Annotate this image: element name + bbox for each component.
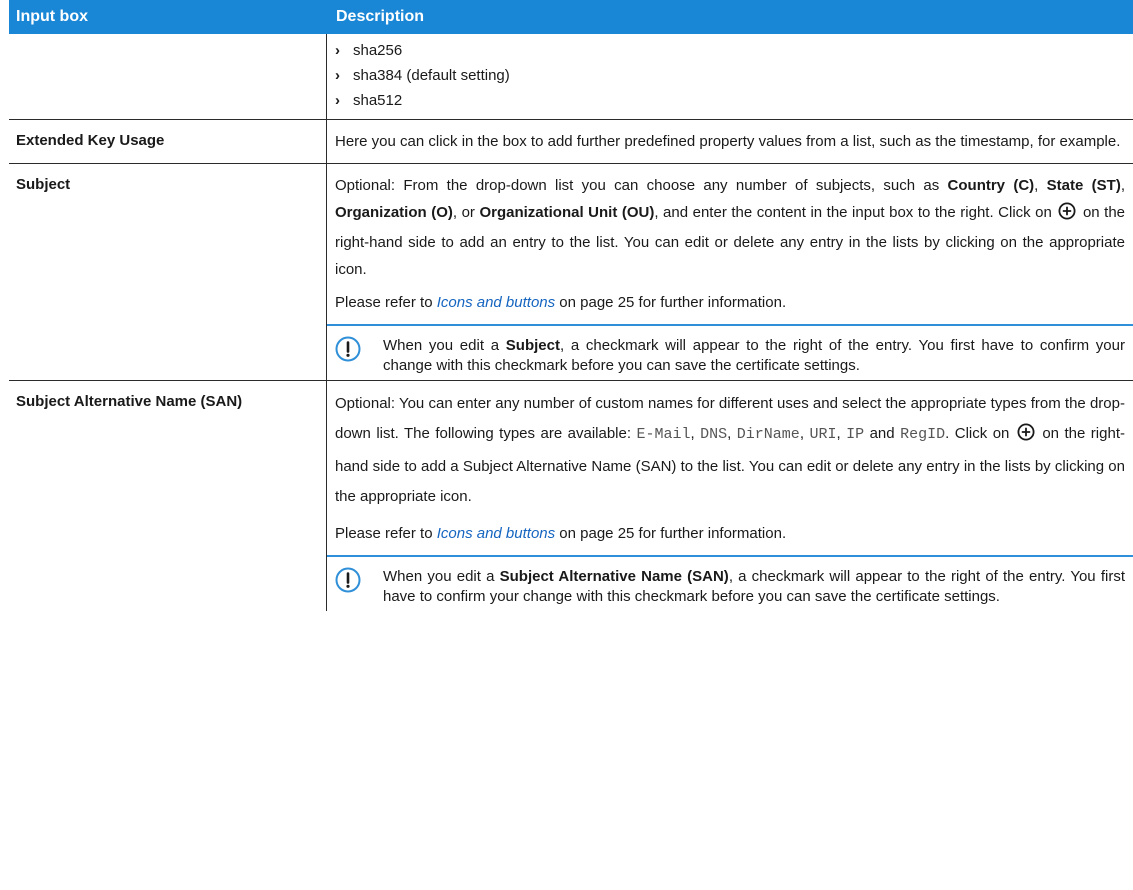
table-row-hash: › sha256 › sha384 (default setting) › sh…: [9, 34, 1133, 120]
eku-text: Here you can click in the box to add fur…: [335, 133, 1121, 150]
note-text: When you edit a Subject Alternative Name…: [383, 568, 1125, 605]
table-row-san: Subject Alternative Name (SAN) Optional:…: [9, 381, 1133, 611]
header-description: Description: [336, 8, 425, 25]
exclamation-circle-icon: [335, 567, 361, 593]
exclamation-circle-icon: [335, 336, 361, 362]
list-item: › sha384 (default setting): [335, 63, 1125, 88]
table-row-eku: Extended Key Usage Here you can click in…: [9, 120, 1133, 164]
icons-and-buttons-link[interactable]: Icons and buttons: [437, 294, 555, 311]
table-header: Input box Description: [9, 0, 1133, 34]
note-text: When you edit a Subject, a checkmark wil…: [383, 337, 1125, 374]
list-item: › sha256: [335, 38, 1125, 63]
icons-and-buttons-link[interactable]: Icons and buttons: [437, 525, 555, 542]
list-item: › sha512: [335, 88, 1125, 113]
plus-circle-icon: [1058, 202, 1076, 229]
san-paragraph: Optional: You can enter any number of cu…: [335, 395, 1125, 505]
header-input-box: Input box: [16, 8, 88, 25]
note-box: When you edit a Subject, a checkmark wil…: [327, 324, 1133, 380]
chevron-right-icon: ›: [335, 92, 340, 109]
row-description: › sha256 › sha384 (default setting) › sh…: [327, 34, 1133, 119]
subject-paragraph: Optional: From the drop-down list you ca…: [335, 177, 1126, 278]
note-box: When you edit a Subject Alternative Name…: [327, 555, 1133, 611]
row-label: Subject Alternative Name (SAN): [9, 381, 327, 611]
chevron-right-icon: ›: [335, 67, 340, 84]
row-label-empty: [9, 34, 327, 119]
row-label: Subject: [9, 164, 327, 380]
parameter-table: Input box Description › sha256 › sha384 …: [9, 0, 1133, 611]
plus-circle-icon: [1017, 422, 1035, 452]
hash-list: › sha256 › sha384 (default setting) › sh…: [335, 38, 1125, 113]
row-description: Optional: You can enter any number of cu…: [327, 381, 1133, 611]
row-label: Extended Key Usage: [9, 120, 327, 163]
chevron-right-icon: ›: [335, 42, 340, 59]
row-description: Optional: From the drop-down list you ca…: [327, 164, 1133, 380]
row-description: Here you can click in the box to add fur…: [327, 120, 1133, 163]
reference-paragraph: Please refer to Icons and buttons on pag…: [335, 294, 787, 311]
table-row-subject: Subject Optional: From the drop-down lis…: [9, 164, 1133, 381]
reference-paragraph: Please refer to Icons and buttons on pag…: [335, 525, 787, 542]
